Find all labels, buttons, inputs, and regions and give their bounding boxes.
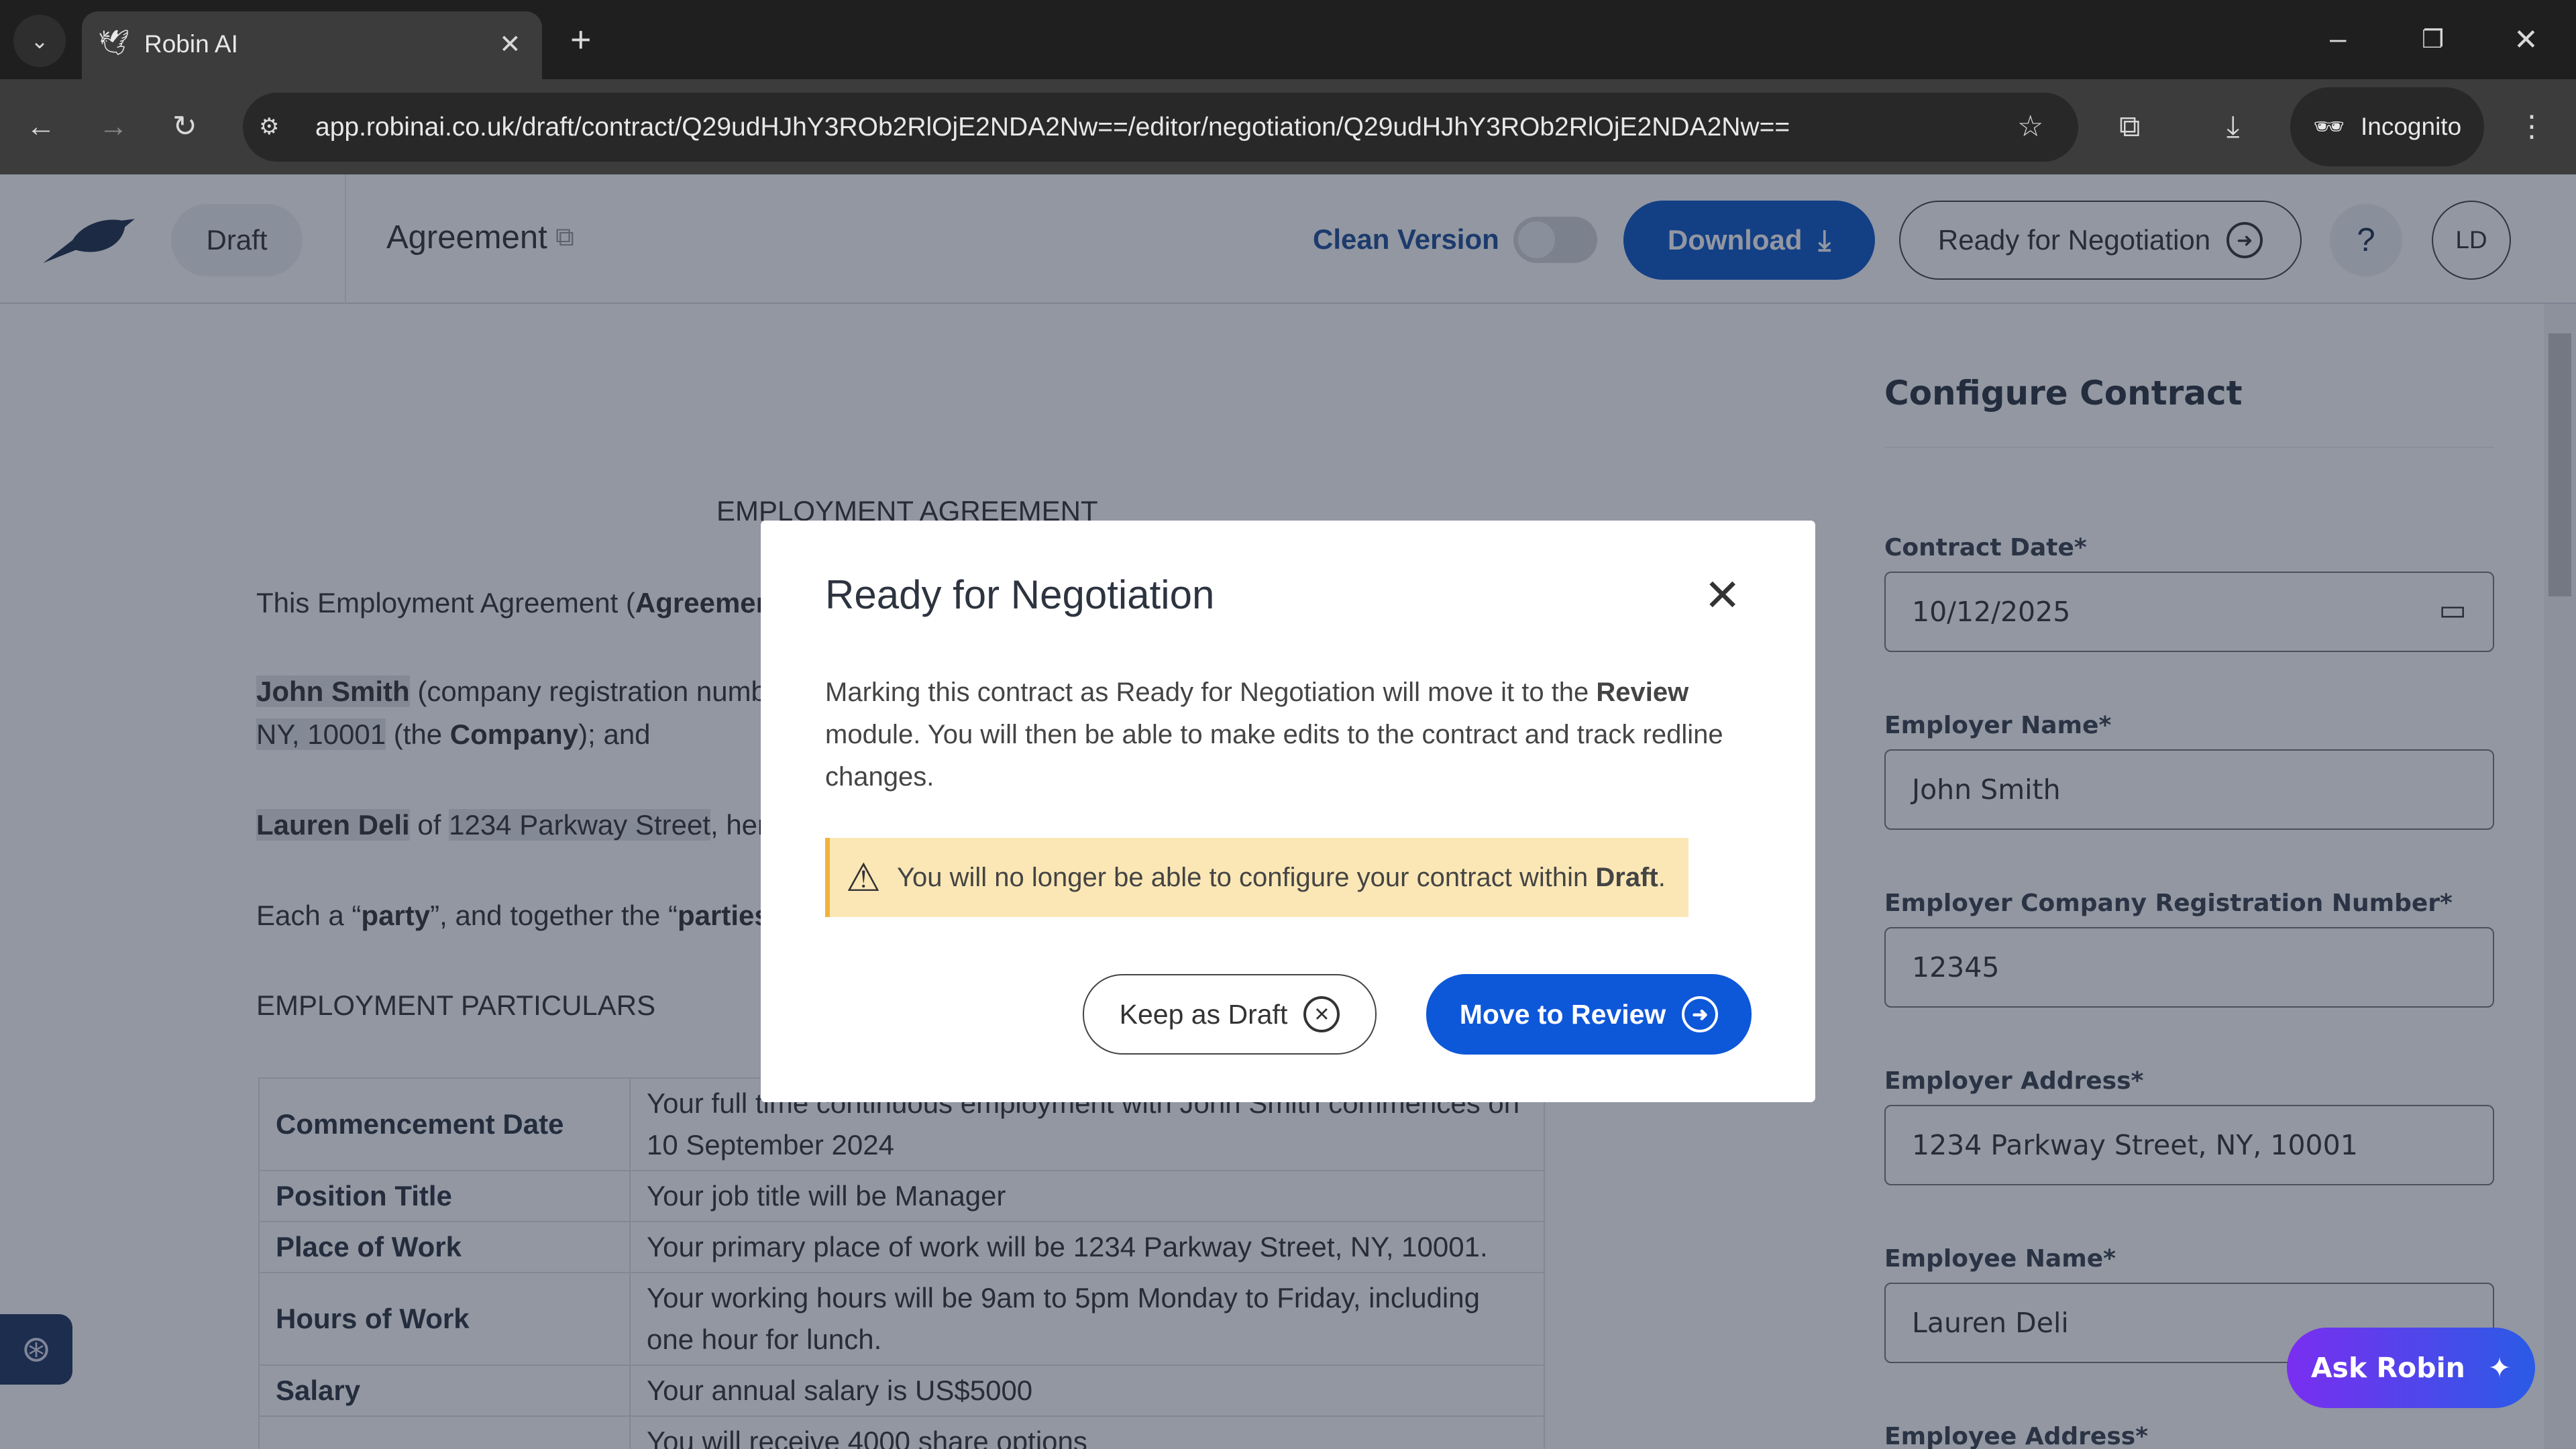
back-icon[interactable]: ← [26, 112, 56, 142]
incognito-icon: 🕶 [2313, 113, 2345, 140]
browser-toolbar: ← → ↻ ⚙ app.robinai.co.uk/draft/contract… [0, 79, 2576, 174]
site-info-icon[interactable]: ⚙ [259, 115, 279, 138]
incognito-label: Incognito [2361, 113, 2462, 140]
address-bar[interactable]: ⚙ app.robinai.co.uk/draft/contract/Q29ud… [243, 93, 2078, 162]
keep-label: Keep as Draft [1119, 998, 1288, 1030]
bird-favicon-icon: 🕊 [98, 29, 129, 56]
restore-icon[interactable]: ❐ [2422, 27, 2444, 52]
close-tab-icon[interactable]: ✕ [499, 32, 521, 58]
ready-for-negotiation-modal: Ready for Negotiation ✕ Marking this con… [761, 521, 1815, 1102]
close-icon[interactable]: ✕ [1704, 573, 1741, 617]
move-label: Move to Review [1459, 998, 1666, 1030]
move-to-review-button[interactable]: Move to Review ➜ [1426, 974, 1752, 1055]
warning-triangle-icon: ⚠ [846, 856, 881, 900]
ask-robin-button[interactable]: Ask Robin ✦ [2287, 1328, 2535, 1408]
tab-strip: ⌄ 🕊 Robin AI ✕ + – ❐ ✕ [0, 0, 2576, 79]
incognito-badge[interactable]: 🕶 Incognito [2290, 87, 2484, 166]
reload-icon[interactable]: ↻ [172, 112, 197, 142]
downloads-icon[interactable]: ⤓ [2226, 112, 2239, 142]
minimize-icon[interactable]: – [2330, 24, 2346, 54]
sparkle-icon: ✦ [2487, 1352, 2512, 1384]
ask-robin-label: Ask Robin [2310, 1352, 2465, 1384]
new-tab-icon[interactable]: + [570, 21, 592, 58]
forward-icon[interactable]: → [99, 112, 128, 142]
close-window-icon[interactable]: ✕ [2514, 25, 2538, 55]
warning-banner: ⚠ You will no longer be able to configure… [825, 838, 1688, 917]
modal-body: Marking this contract as Ready for Negot… [825, 678, 1723, 792]
keep-as-draft-button[interactable]: Keep as Draft ✕ [1083, 974, 1377, 1055]
bookmark-star-icon[interactable]: ☆ [2017, 112, 2043, 142]
x-circle-icon: ✕ [1303, 996, 1340, 1032]
arrow-right-circle-icon: ➜ [1682, 996, 1719, 1032]
url-text: app.robinai.co.uk/draft/contract/Q29udHJ… [315, 113, 1790, 142]
tab-title: Robin AI [144, 30, 238, 58]
extensions-icon[interactable]: ⧉ [2119, 112, 2140, 142]
modal-title: Ready for Negotiation [825, 572, 1215, 617]
browser-tab[interactable]: 🕊 Robin AI ✕ [82, 11, 542, 79]
tab-search-button[interactable]: ⌄ [13, 15, 66, 67]
browser-menu-icon[interactable]: ⋮ [2517, 112, 2546, 142]
